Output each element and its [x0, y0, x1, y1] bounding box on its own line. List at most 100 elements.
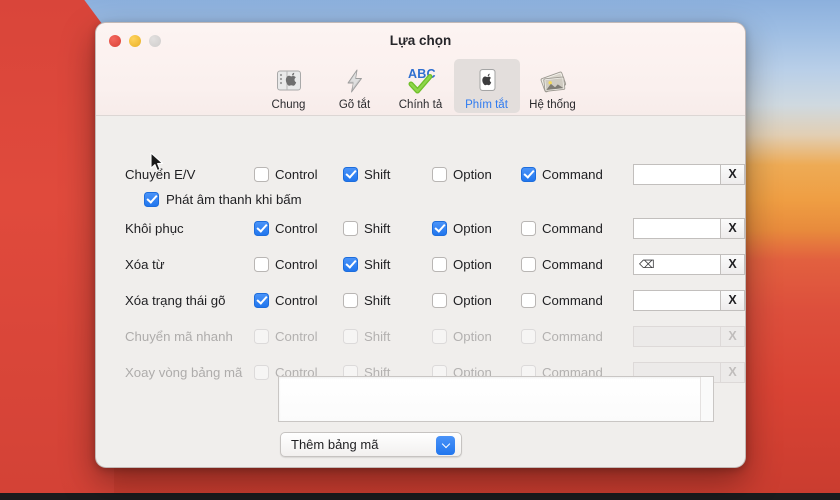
shortcut-row-khoi-phuc: Khôi phục Control Shift Option Command X — [96, 215, 745, 241]
shift-checkbox[interactable] — [343, 220, 358, 236]
shortcut-label: Khôi phục — [125, 220, 184, 236]
shortcut-key-group: ⌫ X — [633, 253, 745, 275]
modifier-option[interactable]: Option — [432, 166, 521, 182]
control-checkbox[interactable] — [254, 256, 269, 272]
option-checkbox[interactable] — [432, 166, 447, 182]
modifier-command[interactable]: Command — [521, 292, 629, 308]
toolbar-label-chung: Chung — [271, 99, 306, 111]
keyboard-key-icon — [472, 62, 502, 96]
shortcut-key-input[interactable] — [633, 217, 720, 239]
modifier-option[interactable]: Option — [432, 220, 521, 236]
shortcut-label: Chuyển E/V — [125, 166, 196, 182]
sound-checkbox[interactable] — [144, 191, 159, 207]
option-label: Option — [453, 166, 492, 182]
modifier-control[interactable]: Control — [254, 220, 343, 236]
modifier-shift[interactable]: Shift — [343, 292, 432, 308]
preferences-toolbar: Chung Gõ tắt ABC Chính tả Phím tắt Hệ th… — [96, 59, 745, 113]
add-code-table-label: Thêm bảng mã — [291, 437, 379, 452]
command-checkbox[interactable] — [521, 166, 536, 182]
control-checkbox[interactable] — [254, 292, 269, 308]
shift-checkbox[interactable] — [343, 166, 358, 182]
shift-label: Shift — [364, 292, 391, 308]
toolbar-item-go-tat[interactable]: Gõ tắt — [322, 59, 388, 113]
sound-option-row[interactable]: Phát âm thanh khi bấm — [96, 188, 302, 210]
clear-shortcut-button[interactable]: X — [720, 289, 745, 311]
option-checkbox[interactable] — [432, 256, 447, 272]
command-checkbox[interactable] — [521, 256, 536, 272]
modifier-group: Control Shift Option Command — [254, 292, 629, 308]
toolbar-label-chinh-ta: Chính tả — [398, 99, 443, 111]
control-label: Control — [275, 220, 318, 236]
sound-label: Phát âm thanh khi bấm — [166, 191, 302, 207]
option-label: Option — [453, 256, 492, 272]
shortcut-key-input — [633, 325, 720, 347]
control-checkbox[interactable] — [254, 220, 269, 236]
clear-shortcut-button[interactable]: X — [720, 163, 745, 185]
shortcut-row-xoa-tu: Xóa từ Control Shift Option Command ⌫ X — [96, 251, 745, 277]
modifier-command[interactable]: Command — [521, 220, 629, 236]
add-code-table-popup[interactable]: Thêm bảng mã — [280, 432, 462, 457]
shortcut-key-input[interactable] — [633, 289, 720, 311]
modifier-option[interactable]: Option — [432, 292, 521, 308]
modifier-control[interactable]: Control — [254, 292, 343, 308]
code-table-scrollbar[interactable] — [700, 377, 713, 421]
modifier-group: Control Shift Option Command — [254, 256, 629, 272]
code-table-textarea[interactable] — [278, 376, 714, 422]
modifier-command[interactable]: Command — [521, 166, 629, 182]
abc-spellcheck-icon: ABC — [405, 62, 437, 96]
shortcut-label: Xoay vòng bảng mã — [125, 364, 243, 380]
shortcut-key-input[interactable] — [633, 163, 720, 185]
modifier-group: Control Shift Option Command — [254, 166, 629, 182]
command-checkbox — [521, 328, 536, 344]
shortcut-key-input[interactable]: ⌫ — [633, 253, 720, 275]
chevron-down-icon[interactable] — [436, 436, 455, 455]
toolbar-label-phim-tat: Phím tắt — [465, 99, 508, 111]
modifier-group: Control Shift Option Command — [254, 328, 629, 344]
command-label: Command — [542, 328, 603, 344]
option-checkbox[interactable] — [432, 292, 447, 308]
modifier-control[interactable]: Control — [254, 166, 343, 182]
general-prefs-icon — [274, 62, 304, 96]
option-checkbox[interactable] — [432, 220, 447, 236]
clear-shortcut-button: X — [720, 361, 745, 383]
control-label: Control — [275, 328, 318, 344]
shift-label: Shift — [364, 220, 391, 236]
control-label: Control — [275, 292, 318, 308]
modifier-shift[interactable]: Shift — [343, 220, 432, 236]
modifier-option[interactable]: Option — [432, 256, 521, 272]
shortcut-row-chuyen-ev: Chuyển E/V Control Shift Option Command — [96, 161, 745, 187]
shift-label: Shift — [364, 256, 391, 272]
modifier-shift[interactable]: Shift — [343, 256, 432, 272]
toolbar-item-chung[interactable]: Chung — [256, 59, 322, 113]
option-checkbox — [432, 328, 447, 344]
command-label: Command — [542, 292, 603, 308]
shortcut-label: Xóa từ — [125, 256, 165, 272]
clear-shortcut-button[interactable]: X — [720, 253, 745, 275]
shortcut-key-group: X — [633, 289, 745, 311]
shift-checkbox[interactable] — [343, 292, 358, 308]
shortcut-key-group: X — [633, 163, 745, 185]
modifier-command: Command — [521, 328, 629, 344]
shift-label: Shift — [364, 328, 391, 344]
modifier-shift[interactable]: Shift — [343, 166, 432, 182]
toolbar-item-chinh-ta[interactable]: ABC Chính tả — [388, 59, 454, 113]
shift-label: Shift — [364, 166, 391, 182]
control-checkbox[interactable] — [254, 166, 269, 182]
shift-checkbox[interactable] — [343, 256, 358, 272]
wallpaper-bottom-bar — [0, 493, 840, 500]
toolbar-item-he-thong[interactable]: Hệ thống — [520, 59, 586, 113]
clear-shortcut-button: X — [720, 325, 745, 347]
command-checkbox[interactable] — [521, 220, 536, 236]
command-label: Command — [542, 220, 603, 236]
toolbar-item-phim-tat[interactable]: Phím tắt — [453, 59, 520, 113]
clear-shortcut-button[interactable]: X — [720, 217, 745, 239]
modifier-shift: Shift — [343, 328, 432, 344]
control-checkbox — [254, 328, 269, 344]
modifier-command[interactable]: Command — [521, 256, 629, 272]
modifier-group: Control Shift Option Command — [254, 220, 629, 236]
shift-checkbox — [343, 328, 358, 344]
control-checkbox — [254, 364, 269, 380]
command-checkbox[interactable] — [521, 292, 536, 308]
modifier-control[interactable]: Control — [254, 256, 343, 272]
svg-text:ABC: ABC — [408, 67, 436, 81]
